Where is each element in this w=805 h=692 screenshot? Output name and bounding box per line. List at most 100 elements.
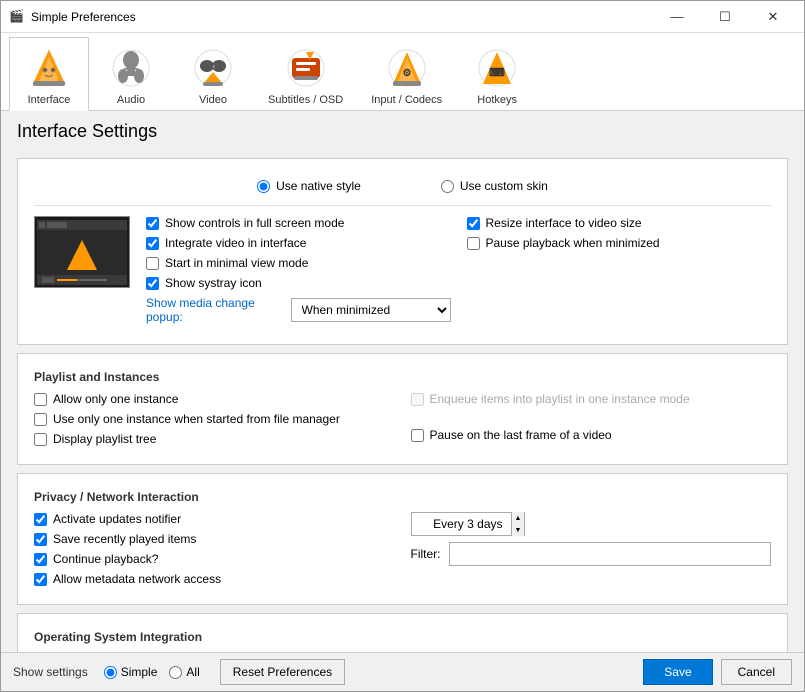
video-icon bbox=[189, 44, 237, 92]
custom-skin-radio[interactable] bbox=[441, 180, 454, 193]
interface-label: Interface bbox=[28, 94, 71, 106]
continue-playback-label: Continue playback? bbox=[53, 552, 158, 566]
playlist-section: Playlist and Instances Allow only one in… bbox=[17, 353, 788, 465]
svg-text:⚙: ⚙ bbox=[402, 68, 411, 79]
svg-text:⌨: ⌨ bbox=[489, 67, 505, 79]
show-controls-checkbox[interactable] bbox=[146, 217, 159, 230]
updates-value: Every 3 days bbox=[412, 513, 512, 535]
start-minimal-checkbox[interactable] bbox=[146, 257, 159, 270]
hotkeys-label: Hotkeys bbox=[477, 94, 517, 106]
resize-interface-checkbox[interactable] bbox=[467, 217, 480, 230]
style-radio-row: Use native style Use custom skin bbox=[34, 171, 771, 206]
enqueue-items-label: Enqueue items into playlist in one insta… bbox=[430, 392, 690, 406]
pause-minimized-checkbox[interactable] bbox=[467, 237, 480, 250]
maximize-button[interactable]: ☐ bbox=[702, 1, 748, 33]
checkboxes-right: Resize interface to video size Pause pla… bbox=[467, 216, 772, 324]
checkboxes-left: Show controls in full screen mode Integr… bbox=[146, 216, 451, 324]
show-controls-row[interactable]: Show controls in full screen mode bbox=[146, 216, 451, 230]
updates-spinbox[interactable]: Every 3 days ▲ ▼ bbox=[411, 512, 526, 536]
save-recently-row[interactable]: Save recently played items bbox=[34, 532, 395, 546]
nav-item-input[interactable]: ⚙ Input / Codecs bbox=[358, 37, 455, 110]
use-one-instance-file-label: Use only one instance when started from … bbox=[53, 412, 340, 426]
show-systray-checkbox[interactable] bbox=[146, 277, 159, 290]
settings-scroll[interactable]: Use native style Use custom skin bbox=[1, 150, 804, 652]
save-button[interactable]: Save bbox=[643, 659, 712, 685]
pause-last-frame-row[interactable]: Pause on the last frame of a video bbox=[411, 428, 772, 442]
allow-metadata-row[interactable]: Allow metadata network access bbox=[34, 572, 395, 586]
filter-input[interactable] bbox=[449, 542, 772, 566]
integrate-video-row[interactable]: Integrate video in interface bbox=[146, 236, 451, 250]
all-radio-option[interactable]: All bbox=[169, 665, 199, 679]
continue-playback-checkbox[interactable] bbox=[34, 553, 47, 566]
native-style-radio[interactable] bbox=[257, 180, 270, 193]
display-playlist-tree-row[interactable]: Display playlist tree bbox=[34, 432, 395, 446]
all-radio[interactable] bbox=[169, 666, 182, 679]
interface-icon bbox=[25, 44, 73, 92]
app-icon: 🎬 bbox=[9, 9, 25, 25]
allow-one-instance-label: Allow only one instance bbox=[53, 392, 178, 406]
activate-updates-row[interactable]: Activate updates notifier bbox=[34, 512, 395, 526]
continue-playback-row[interactable]: Continue playback? bbox=[34, 552, 395, 566]
show-systray-row[interactable]: Show systray icon bbox=[146, 276, 451, 290]
activate-updates-checkbox[interactable] bbox=[34, 513, 47, 526]
playlist-section-header: Playlist and Instances bbox=[34, 370, 771, 384]
integrate-video-label: Integrate video in interface bbox=[165, 236, 306, 250]
os-integration-section: Operating System Integration File extens… bbox=[17, 613, 788, 652]
use-one-instance-file-row[interactable]: Use only one instance when started from … bbox=[34, 412, 395, 426]
nav-item-hotkeys[interactable]: ⌨ Hotkeys bbox=[457, 37, 537, 110]
simple-radio-option[interactable]: Simple bbox=[104, 665, 158, 679]
native-style-option[interactable]: Use native style bbox=[257, 179, 361, 193]
pause-last-frame-label: Pause on the last frame of a video bbox=[430, 428, 612, 442]
title-bar: 🎬 Simple Preferences — ☐ ✕ bbox=[1, 1, 804, 33]
enqueue-items-checkbox[interactable] bbox=[411, 393, 424, 406]
nav-item-subtitles[interactable]: Subtitles / OSD bbox=[255, 37, 356, 110]
video-label: Video bbox=[199, 94, 227, 106]
display-playlist-tree-checkbox[interactable] bbox=[34, 433, 47, 446]
window-controls: — ☐ ✕ bbox=[654, 1, 796, 33]
display-playlist-tree-label: Display playlist tree bbox=[53, 432, 156, 446]
simple-radio[interactable] bbox=[104, 666, 117, 679]
save-recently-checkbox[interactable] bbox=[34, 533, 47, 546]
privacy-section-header: Privacy / Network Interaction bbox=[34, 490, 771, 504]
allow-metadata-checkbox[interactable] bbox=[34, 573, 47, 586]
page-title: Interface Settings bbox=[1, 111, 804, 150]
bottom-bar: Show settings Simple All Reset Preferenc… bbox=[1, 652, 804, 691]
resize-interface-row[interactable]: Resize interface to video size bbox=[467, 216, 772, 230]
subtitles-label: Subtitles / OSD bbox=[268, 94, 343, 106]
bottom-left: Show settings Simple All Reset Preferenc… bbox=[13, 659, 345, 685]
spinbox-up[interactable]: ▲ bbox=[512, 512, 525, 524]
nav-item-video[interactable]: Video bbox=[173, 37, 253, 110]
integrate-video-checkbox[interactable] bbox=[146, 237, 159, 250]
pause-minimized-row[interactable]: Pause playback when minimized bbox=[467, 236, 772, 250]
audio-label: Audio bbox=[117, 94, 145, 106]
close-button[interactable]: ✕ bbox=[750, 1, 796, 33]
filter-label: Filter: bbox=[411, 547, 441, 561]
media-popup-select[interactable]: When minimized Always Never bbox=[291, 298, 451, 322]
reset-preferences-button[interactable]: Reset Preferences bbox=[220, 659, 345, 685]
vlc-preview bbox=[34, 216, 130, 288]
window-title: Simple Preferences bbox=[31, 10, 654, 24]
activate-updates-label: Activate updates notifier bbox=[53, 512, 181, 526]
enqueue-items-row[interactable]: Enqueue items into playlist in one insta… bbox=[411, 392, 772, 406]
start-minimal-label: Start in minimal view mode bbox=[165, 256, 308, 270]
pause-last-frame-checkbox[interactable] bbox=[411, 429, 424, 442]
cancel-button[interactable]: Cancel bbox=[721, 659, 792, 685]
use-one-instance-file-checkbox[interactable] bbox=[34, 413, 47, 426]
resize-interface-label: Resize interface to video size bbox=[486, 216, 642, 230]
start-minimal-row[interactable]: Start in minimal view mode bbox=[146, 256, 451, 270]
allow-one-instance-checkbox[interactable] bbox=[34, 393, 47, 406]
updates-frequency-row: Every 3 days ▲ ▼ bbox=[411, 512, 772, 536]
spinbox-down[interactable]: ▼ bbox=[512, 524, 525, 536]
show-controls-label: Show controls in full screen mode bbox=[165, 216, 344, 230]
nav-bar: Interface Audio bbox=[1, 33, 804, 111]
allow-metadata-label: Allow metadata network access bbox=[53, 572, 221, 586]
main-window: 🎬 Simple Preferences — ☐ ✕ bbox=[0, 0, 805, 692]
custom-skin-option[interactable]: Use custom skin bbox=[441, 179, 548, 193]
minimize-button[interactable]: — bbox=[654, 1, 700, 33]
subtitles-icon bbox=[282, 44, 330, 92]
filter-row: Filter: bbox=[411, 542, 772, 566]
simple-label: Simple bbox=[121, 665, 158, 679]
allow-one-instance-row[interactable]: Allow only one instance bbox=[34, 392, 395, 406]
nav-item-audio[interactable]: Audio bbox=[91, 37, 171, 110]
nav-item-interface[interactable]: Interface bbox=[9, 37, 89, 111]
